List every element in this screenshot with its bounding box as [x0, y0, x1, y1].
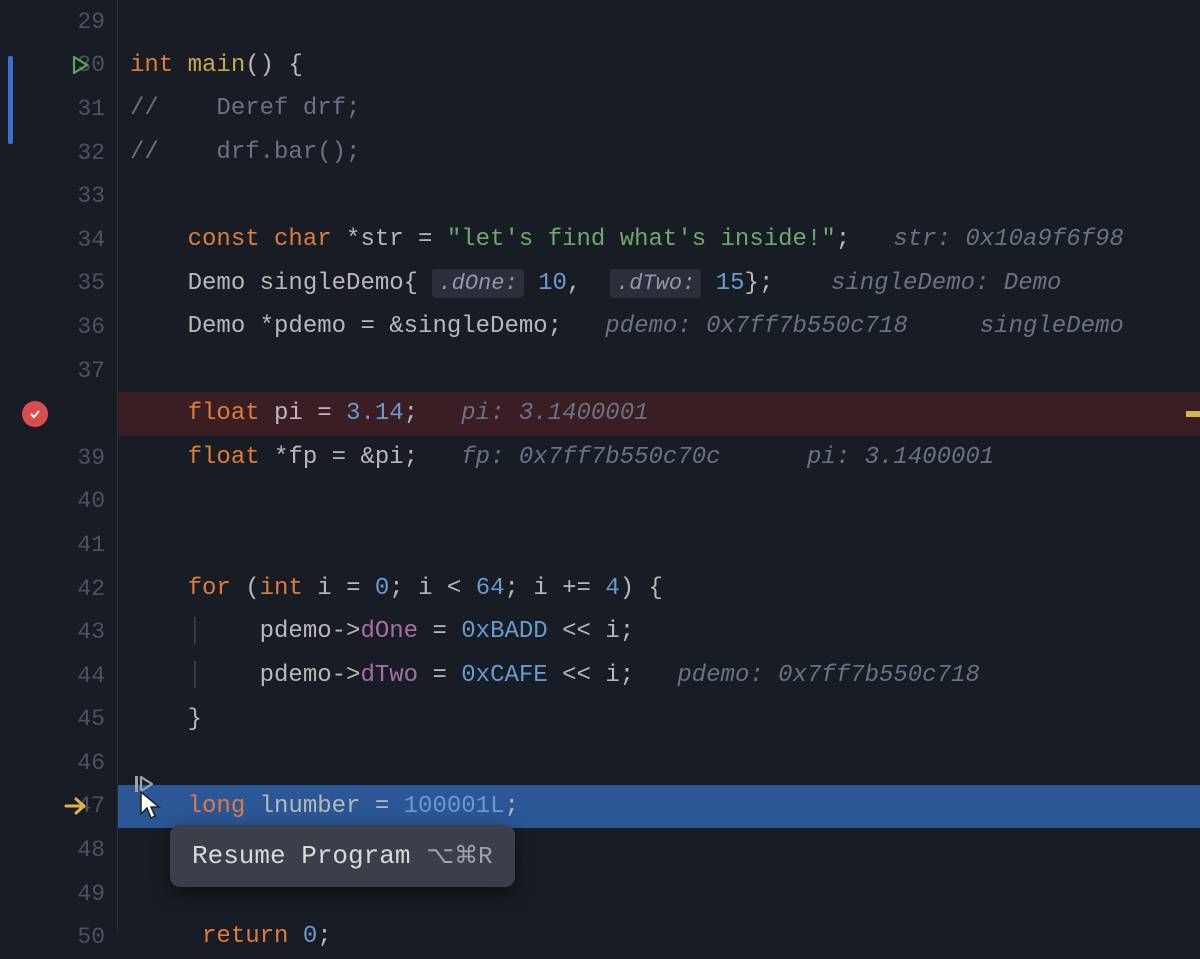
line-number: 36	[69, 314, 105, 340]
line-number: 43	[69, 619, 105, 645]
code-line[interactable]: Demo *pdemo = &singleDemo; pdemo: 0x7ff7…	[118, 305, 1200, 349]
line-number: 39	[69, 445, 105, 471]
inline-hint: singleDemo	[980, 313, 1124, 340]
code-line[interactable]: // Deref drf;	[118, 87, 1200, 131]
code-line[interactable]: │ pdemo->dTwo = 0xCAFE << i; pdemo: 0x7f…	[118, 654, 1200, 698]
code-line[interactable]: return 0;	[118, 915, 1200, 959]
code-line[interactable]: int main() {	[118, 44, 1200, 88]
breakpoint-icon[interactable]	[22, 401, 48, 427]
inline-hint: pdemo: 0x7ff7b550c718	[677, 662, 979, 689]
code-line[interactable]: for (int i = 0; i < 64; i += 4) {	[118, 567, 1200, 611]
tooltip-label: Resume Program	[192, 841, 410, 871]
code-line[interactable]: }	[118, 698, 1200, 742]
code-line[interactable]: float *fp = &pi; fp: 0x7ff7b550c70c pi: …	[118, 436, 1200, 480]
line-number: 44	[69, 663, 105, 689]
param-hint: .dOne:	[432, 269, 523, 298]
code-line[interactable]: const char *str = "let's find what's ins…	[118, 218, 1200, 262]
line-number: 35	[69, 270, 105, 296]
code-line[interactable]: Demo singleDemo{ .dOne: 10, .dTwo: 15}; …	[118, 262, 1200, 306]
line-number: 29	[69, 9, 105, 35]
inline-hint: pi: 3.1400001	[807, 444, 994, 471]
code-line[interactable]	[118, 741, 1200, 785]
line-number: 50	[69, 924, 105, 950]
line-number: 34	[69, 227, 105, 253]
inline-hint: fp: 0x7ff7b550c70c	[461, 444, 720, 471]
inline-hint: singleDemo: Demo	[831, 270, 1061, 297]
line-number: 46	[69, 750, 105, 776]
inline-hint: pdemo: 0x7ff7b550c718	[605, 313, 907, 340]
run-to-cursor-icon[interactable]	[132, 772, 156, 796]
code-line[interactable]	[118, 349, 1200, 393]
line-number: 49	[69, 881, 105, 907]
code-line-breakpoint[interactable]: float pi = 3.14; pi: 3.1400001	[118, 392, 1200, 436]
code-editor: 29 30 31 32 33 34 35 36 37 39 40 41 42 4…	[0, 0, 1200, 930]
inline-hint: pi: 3.1400001	[461, 400, 648, 427]
line-number: 42	[69, 576, 105, 602]
line-number: 40	[69, 488, 105, 514]
line-number: 31	[69, 96, 105, 122]
param-hint: .dTwo:	[610, 269, 701, 298]
line-number: 32	[69, 140, 105, 166]
code-line[interactable]: │ pdemo->dOne = 0xBADD << i;	[118, 610, 1200, 654]
code-line[interactable]	[118, 523, 1200, 567]
line-number: 48	[69, 837, 105, 863]
code-line[interactable]	[118, 0, 1200, 44]
gutter[interactable]: 29 30 31 32 33 34 35 36 37 39 40 41 42 4…	[0, 0, 118, 930]
line-number: 41	[69, 532, 105, 558]
execution-arrow-icon	[64, 796, 90, 816]
run-icon[interactable]	[70, 55, 90, 75]
code-line[interactable]: // drf.bar();	[118, 131, 1200, 175]
code-line[interactable]	[118, 480, 1200, 524]
warning-marker	[1186, 411, 1200, 417]
line-number: 33	[69, 183, 105, 209]
tooltip: Resume Program ⌥⌘R	[170, 825, 515, 887]
code-line[interactable]	[118, 174, 1200, 218]
line-number: 37	[69, 358, 105, 384]
tooltip-shortcut: ⌥⌘R	[426, 841, 492, 871]
code-line-current[interactable]: long lnumber = 100001L;	[118, 785, 1200, 829]
inline-hint: str: 0x10a9f6f98	[893, 226, 1123, 253]
code-area[interactable]: int main() { // Deref drf; // drf.bar();…	[118, 0, 1200, 930]
line-number: 45	[69, 706, 105, 732]
